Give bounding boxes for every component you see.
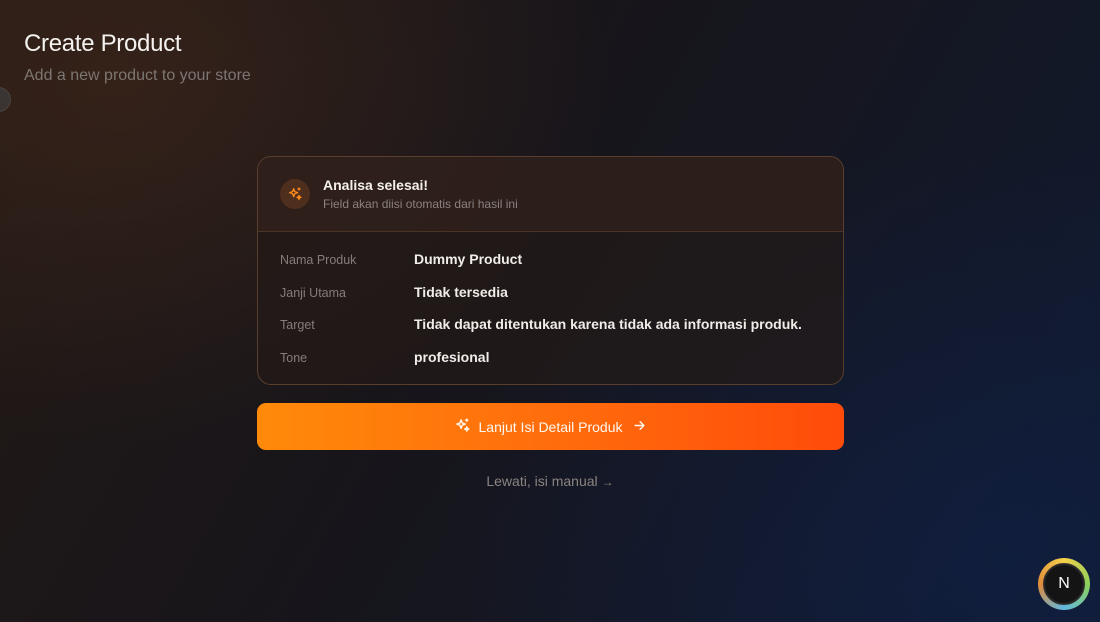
arrow-right-icon — [632, 418, 647, 436]
analysis-result-card: Analisa selesai! Field akan diisi otomat… — [257, 156, 844, 385]
sparkles-icon — [280, 179, 310, 209]
analysis-subtitle: Field akan diisi otomatis dari hasil ini — [323, 197, 518, 211]
skip-manual-fill-link[interactable]: Lewati, isi manual → — [0, 473, 1100, 489]
page-subtitle: Add a new product to your store — [24, 67, 251, 84]
page-title: Create Product — [24, 30, 182, 57]
field-value: profesional — [414, 348, 490, 365]
analysis-fields: Nama Produk Dummy Product Janji Utama Ti… — [258, 232, 843, 381]
field-row-main-promise: Janji Utama Tidak tersedia — [280, 284, 821, 317]
skip-link-label: Lewati, isi manual — [486, 473, 598, 489]
field-row-tone: Tone profesional — [280, 349, 821, 382]
field-row-product-name: Nama Produk Dummy Product — [280, 251, 821, 284]
field-row-target: Target Tidak dapat ditentukan karena tid… — [280, 316, 821, 349]
field-value: Tidak tersedia — [414, 283, 508, 300]
analysis-title: Analisa selesai! — [323, 177, 429, 193]
field-value: Dummy Product — [414, 251, 523, 267]
sidebar-toggle-handle[interactable] — [0, 87, 11, 112]
field-label: Tone — [280, 350, 308, 365]
sparkles-icon — [454, 417, 471, 437]
assistant-avatar-button[interactable]: N — [1038, 558, 1090, 610]
field-label: Nama Produk — [280, 253, 357, 267]
page-header: Create Product Add a new product to your… — [24, 30, 251, 85]
avatar: N — [1043, 563, 1085, 605]
field-label: Target — [280, 318, 315, 332]
continue-product-details-button[interactable]: Lanjut Isi Detail Produk — [257, 403, 844, 450]
field-value: Tidak dapat ditentukan karena tidak ada … — [414, 316, 802, 332]
arrow-right-icon: → — [601, 475, 614, 489]
field-label: Janji Utama — [280, 285, 346, 300]
analysis-card-header: Analisa selesai! Field akan diisi otomat… — [258, 157, 843, 232]
analysis-header-text: Analisa selesai! Field akan diisi otomat… — [323, 177, 518, 211]
continue-button-label: Lanjut Isi Detail Produk — [478, 418, 623, 435]
